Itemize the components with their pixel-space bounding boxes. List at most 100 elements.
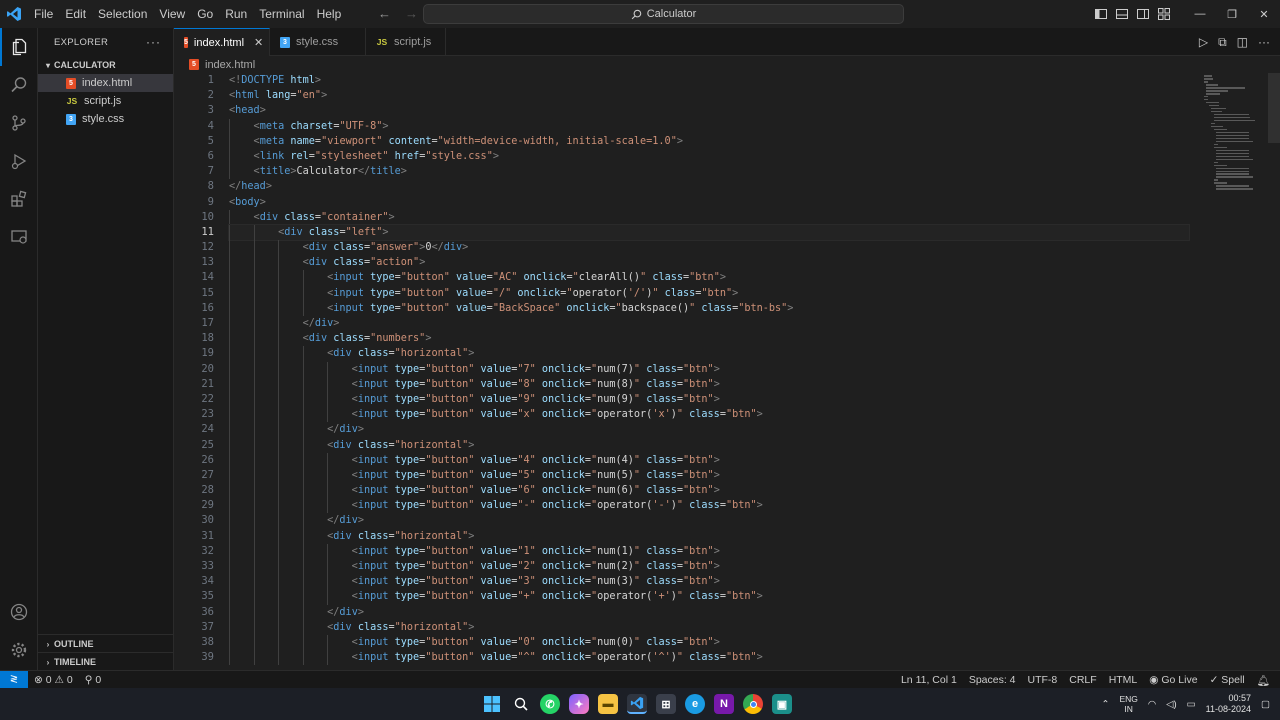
- toggle-secondary-sidebar-icon[interactable]: [1132, 0, 1153, 28]
- code-line[interactable]: <input type="button" value="1" onclick="…: [229, 543, 1189, 559]
- code-line[interactable]: <div class="action">: [229, 255, 1189, 271]
- run-file-icon[interactable]: ▷: [1199, 35, 1208, 49]
- code-line[interactable]: <div class="answer">0</div>: [229, 240, 1189, 256]
- language-mode[interactable]: HTML: [1103, 674, 1144, 686]
- close-window-icon[interactable]: ✕: [1248, 0, 1280, 28]
- menu-run[interactable]: Run: [219, 0, 253, 28]
- split-editor-icon[interactable]: ◫: [1237, 35, 1248, 49]
- indentation[interactable]: Spaces: 4: [963, 674, 1022, 686]
- menu-help[interactable]: Help: [311, 0, 348, 28]
- code-line[interactable]: <input type="button" value="5" onclick="…: [229, 467, 1189, 484]
- remote-explorer-icon[interactable]: [0, 218, 38, 256]
- restore-icon[interactable]: ❐: [1216, 0, 1248, 28]
- folder-calculator[interactable]: ▾ CALCULATOR: [38, 56, 173, 74]
- code-line[interactable]: <div class="numbers">: [229, 331, 1189, 347]
- onenote-icon[interactable]: N: [714, 694, 734, 714]
- forward-arrow-icon[interactable]: →: [405, 6, 418, 21]
- menu-terminal[interactable]: Terminal: [253, 0, 310, 28]
- outline-section[interactable]: › OUTLINE: [38, 634, 174, 653]
- toggle-primary-sidebar-icon[interactable]: [1090, 0, 1111, 28]
- account-icon[interactable]: [0, 593, 38, 631]
- breadcrumb[interactable]: 5 index.html: [174, 56, 255, 73]
- code-line[interactable]: <input type="button" value="0" onclick="…: [229, 634, 1189, 651]
- code-line[interactable]: <head>: [229, 103, 1189, 118]
- code-line[interactable]: <input type="button" value="BackSpace" o…: [229, 300, 1189, 316]
- menu-go[interactable]: Go: [191, 0, 219, 28]
- run-debug-icon[interactable]: [0, 142, 38, 180]
- encoding[interactable]: UTF-8: [1022, 674, 1064, 686]
- minimap[interactable]: [1204, 75, 1266, 190]
- toggle-panel-icon[interactable]: [1111, 0, 1132, 28]
- code-line[interactable]: <div class="left">: [228, 223, 1190, 242]
- code-line[interactable]: <!DOCTYPE html>: [229, 73, 1189, 88]
- file-explorer-icon[interactable]: ▬: [598, 694, 618, 714]
- explorer-icon[interactable]: [0, 28, 38, 66]
- settings-gear-icon[interactable]: [0, 631, 38, 669]
- code-line[interactable]: </div>: [229, 422, 1189, 438]
- code-line[interactable]: </div>: [229, 316, 1189, 332]
- windows-start-icon[interactable]: [482, 694, 502, 714]
- breadcrumb-file[interactable]: index.html: [205, 59, 255, 71]
- vscode-taskbar-icon[interactable]: [627, 694, 647, 714]
- code-line[interactable]: <input type="button" value="8" onclick="…: [229, 376, 1189, 392]
- volume-icon[interactable]: ◁): [1166, 699, 1176, 710]
- more-actions-icon[interactable]: ···: [1258, 35, 1270, 49]
- code-line[interactable]: <link rel="stylesheet" href="style.css">: [229, 148, 1189, 165]
- store-icon[interactable]: ⊞: [656, 694, 676, 714]
- code-line[interactable]: <title>Calculator</title>: [229, 164, 1189, 180]
- notifications-bell-icon[interactable]: 🔔︎: [1251, 674, 1276, 687]
- code-editor[interactable]: 1 2 3 4 5 6 7 8 9 10 11 12 13 14 15 16 17 18 19 20 21 22 23 24 2…: [174, 73, 1280, 670]
- whatsapp-icon[interactable]: ✆: [540, 694, 560, 714]
- minimize-icon[interactable]: —: [1184, 0, 1216, 28]
- tray-overflow-icon[interactable]: ⌃: [1101, 699, 1109, 710]
- notification-center-icon[interactable]: ▢: [1261, 699, 1270, 710]
- ports-indicator[interactable]: ⚲ 0: [79, 674, 107, 686]
- battery-icon[interactable]: ▭: [1187, 699, 1196, 710]
- tab-index-html[interactable]: 5 index.html ✕: [174, 28, 270, 56]
- problems-indicator[interactable]: ⊗ 0 ⚠ 0: [28, 674, 79, 686]
- command-center-search[interactable]: Calculator: [423, 4, 904, 24]
- code-lines[interactable]: <!DOCTYPE html> <html lang="en"> <head> <m…: [228, 73, 1190, 666]
- code-line[interactable]: <input type="button" value="^" onclick="…: [229, 650, 1189, 666]
- spell-check-button[interactable]: ✓ Spell: [1204, 674, 1251, 686]
- menu-edit[interactable]: Edit: [59, 0, 92, 28]
- end-of-line[interactable]: CRLF: [1063, 674, 1102, 686]
- extensions-icon[interactable]: [0, 180, 38, 218]
- go-live-button[interactable]: ◉ Go Live: [1143, 674, 1203, 686]
- code-line[interactable]: <input type="button" value="2" onclick="…: [229, 559, 1189, 575]
- customize-layout-icon[interactable]: [1153, 0, 1174, 28]
- vertical-scrollbar[interactable]: [1268, 73, 1280, 143]
- code-line[interactable]: <input type="button" value="7" onclick="…: [229, 361, 1189, 377]
- code-line[interactable]: <div class="container">: [229, 209, 1189, 225]
- code-line[interactable]: </div>: [229, 513, 1189, 529]
- code-line[interactable]: <body>: [229, 195, 1189, 210]
- code-line[interactable]: </div>: [229, 604, 1189, 620]
- code-line[interactable]: <input type="button" value="x" onclick="…: [229, 407, 1189, 423]
- close-tab-icon[interactable]: ✕: [254, 36, 263, 49]
- language-indicator[interactable]: ENG IN: [1119, 694, 1137, 714]
- menu-selection[interactable]: Selection: [92, 0, 153, 28]
- code-line[interactable]: <div class="horizontal">: [229, 437, 1189, 453]
- wifi-icon[interactable]: ◠: [1148, 699, 1156, 710]
- cursor-position[interactable]: Ln 11, Col 1: [895, 674, 963, 686]
- code-line[interactable]: <input type="button" value="+" onclick="…: [229, 589, 1189, 605]
- open-preview-icon[interactable]: ⧉: [1218, 35, 1227, 50]
- tab-script-js[interactable]: JS script.js: [366, 28, 446, 56]
- code-line[interactable]: <input type="button" value="-" onclick="…: [229, 498, 1189, 514]
- code-line[interactable]: <input type="button" value="9" onclick="…: [229, 391, 1189, 408]
- code-line[interactable]: <div class="horizontal">: [229, 346, 1189, 362]
- code-line[interactable]: <div class="horizontal">: [229, 528, 1189, 544]
- code-line[interactable]: <input type="button" value="3" onclick="…: [229, 574, 1189, 590]
- tab-style-css[interactable]: 3 style.css: [270, 28, 366, 56]
- remote-indicator-icon[interactable]: ≷: [0, 670, 28, 689]
- more-actions-icon[interactable]: ···: [146, 35, 161, 49]
- code-line[interactable]: <html lang="en">: [229, 88, 1189, 103]
- code-line[interactable]: <input type="button" value="AC" onclick=…: [229, 270, 1189, 286]
- code-line[interactable]: <input type="button" value="4" onclick="…: [229, 452, 1189, 468]
- code-line[interactable]: <input type="button" value="6" onclick="…: [229, 483, 1189, 499]
- timeline-section[interactable]: › TIMELINE: [38, 652, 174, 671]
- file-style-css[interactable]: 3 style.css: [38, 110, 173, 128]
- remote-desktop-icon[interactable]: ▣: [772, 694, 792, 714]
- copilot-icon[interactable]: ✦: [569, 694, 589, 714]
- code-line[interactable]: <input type="button" value="/" onclick="…: [229, 285, 1189, 301]
